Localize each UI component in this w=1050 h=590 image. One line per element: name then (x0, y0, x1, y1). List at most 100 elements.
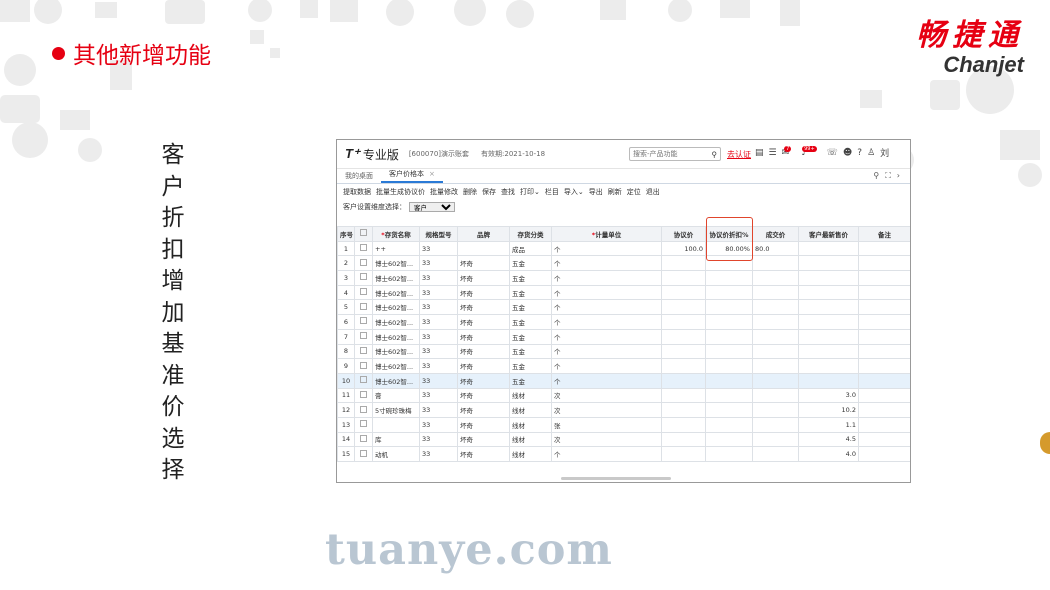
table-cell[interactable]: 13 (337, 416, 355, 433)
table-cell[interactable]: 博士602智... (372, 270, 420, 286)
table-cell[interactable]: 坏奇 (457, 387, 510, 404)
table-cell[interactable] (752, 416, 799, 433)
row-checkbox[interactable] (360, 302, 367, 310)
table-cell[interactable]: 11 (337, 387, 355, 404)
table-cell[interactable]: 博士602智... (372, 372, 420, 389)
table-cell[interactable]: 线材 (509, 402, 552, 418)
expand-icon[interactable]: ⛶ (885, 171, 897, 180)
table-cell[interactable]: 次 (551, 431, 662, 448)
column-header[interactable]: *存货名称 (372, 226, 420, 242)
table-cell[interactable]: 6 (337, 314, 355, 330)
row-checkbox[interactable] (360, 405, 367, 413)
table-cell[interactable]: 个 (551, 314, 662, 330)
table-cell[interactable]: 坏奇 (457, 416, 510, 433)
bell-icon[interactable]: ♪99+ (801, 145, 821, 158)
table-cell[interactable] (752, 402, 799, 418)
table-cell[interactable] (752, 314, 799, 330)
table-cell[interactable]: 33 (419, 328, 458, 345)
chart-icon[interactable]: ☰ (769, 148, 777, 158)
table-cell[interactable] (798, 314, 859, 330)
table-cell[interactable] (354, 372, 373, 389)
column-header[interactable]: 品牌 (457, 226, 510, 242)
table-cell[interactable]: 33 (419, 446, 458, 462)
table-cell[interactable] (752, 328, 799, 345)
table-row[interactable]: 1 ++ 33 成品个 100.0 80.00% 80.0 (337, 240, 910, 257)
user-name[interactable]: 刘 (880, 146, 889, 159)
table-cell[interactable]: 坏奇 (457, 284, 510, 301)
table-cell[interactable]: 33 (419, 387, 458, 404)
table-cell[interactable] (752, 431, 799, 448)
table-cell[interactable]: 动机 (372, 446, 420, 462)
table-cell[interactable]: 1.1 (798, 416, 859, 433)
table-cell[interactable] (661, 270, 706, 286)
row-checkbox[interactable] (360, 317, 367, 325)
table-cell[interactable] (858, 343, 910, 360)
table-cell[interactable] (858, 328, 910, 345)
table-cell[interactable] (752, 387, 799, 404)
table-cell[interactable] (661, 358, 706, 374)
column-header[interactable]: 备注 (858, 226, 910, 242)
table-cell[interactable] (705, 431, 753, 448)
table-cell[interactable]: 博士602智... (372, 358, 420, 374)
table-row[interactable]: 15 动机 33 坏奇 线材个 4.0 (337, 446, 910, 462)
table-cell[interactable] (661, 402, 706, 418)
table-cell[interactable]: 五金 (509, 255, 552, 272)
table-cell[interactable]: 五金 (509, 314, 552, 330)
table-cell[interactable]: 五金 (509, 284, 552, 301)
table-row[interactable]: 11 膏 33 坏奇 线材次 3.0 (337, 387, 910, 404)
table-cell[interactable] (661, 255, 706, 272)
table-cell[interactable] (858, 416, 910, 433)
table-cell[interactable] (858, 372, 910, 389)
table-cell[interactable]: 坏奇 (457, 402, 510, 418)
toolbar-button[interactable]: 保存 (482, 187, 496, 197)
table-cell[interactable] (705, 284, 753, 301)
table-cell[interactable]: 33 (419, 255, 458, 272)
toolbar-button[interactable]: 删除 (463, 187, 477, 197)
table-cell[interactable] (798, 240, 859, 257)
table-cell[interactable] (661, 446, 706, 462)
dimension-select[interactable]: 客户 (409, 201, 455, 212)
table-cell[interactable]: 9 (337, 358, 355, 374)
row-checkbox[interactable] (360, 390, 367, 398)
table-cell[interactable] (705, 416, 753, 433)
table-cell[interactable] (705, 343, 753, 360)
table-row[interactable]: 3 博士602智... 33 坏奇 五金个 (337, 270, 910, 286)
table-cell[interactable]: 坏奇 (457, 358, 510, 374)
table-cell[interactable] (354, 328, 373, 345)
table-cell[interactable]: 33 (419, 402, 458, 418)
table-cell[interactable] (661, 372, 706, 389)
table-cell[interactable] (858, 431, 910, 448)
table-cell[interactable] (705, 402, 753, 418)
table-cell[interactable] (858, 299, 910, 316)
toolbar-button[interactable]: 刷新 (608, 187, 622, 197)
tab-customer-price-book[interactable]: 客户价格本 × (381, 169, 443, 183)
table-cell[interactable]: 次 (551, 387, 662, 404)
table-cell[interactable]: 个 (551, 372, 662, 389)
table-cell[interactable]: 3.0 (798, 387, 859, 404)
table-cell[interactable]: 线材 (509, 416, 552, 433)
table-cell[interactable] (354, 255, 373, 272)
table-cell[interactable]: 坏奇 (457, 431, 510, 448)
table-cell[interactable] (661, 343, 706, 360)
table-cell[interactable] (661, 299, 706, 316)
toolbar-button[interactable]: 退出 (646, 187, 660, 197)
table-cell[interactable]: 五金 (509, 358, 552, 374)
toolbar-button[interactable]: 导入⌄ (564, 187, 584, 197)
table-cell[interactable]: 33 (419, 416, 458, 433)
table-cell[interactable] (705, 387, 753, 404)
table-cell[interactable] (858, 255, 910, 272)
table-cell[interactable] (661, 328, 706, 345)
table-cell[interactable]: 五金 (509, 343, 552, 360)
table-cell[interactable] (798, 328, 859, 345)
column-header[interactable]: 客户最新售价 (798, 226, 859, 242)
table-cell[interactable]: 33 (419, 299, 458, 316)
table-cell[interactable] (798, 372, 859, 389)
row-checkbox[interactable] (360, 273, 367, 281)
table-cell[interactable]: 博士602智... (372, 343, 420, 360)
row-checkbox[interactable] (360, 244, 367, 252)
table-cell[interactable]: 个 (551, 240, 662, 257)
table-cell[interactable] (354, 270, 373, 286)
table-cell[interactable]: 坏奇 (457, 328, 510, 345)
table-cell[interactable]: 8 (337, 343, 355, 360)
table-cell[interactable] (354, 358, 373, 374)
